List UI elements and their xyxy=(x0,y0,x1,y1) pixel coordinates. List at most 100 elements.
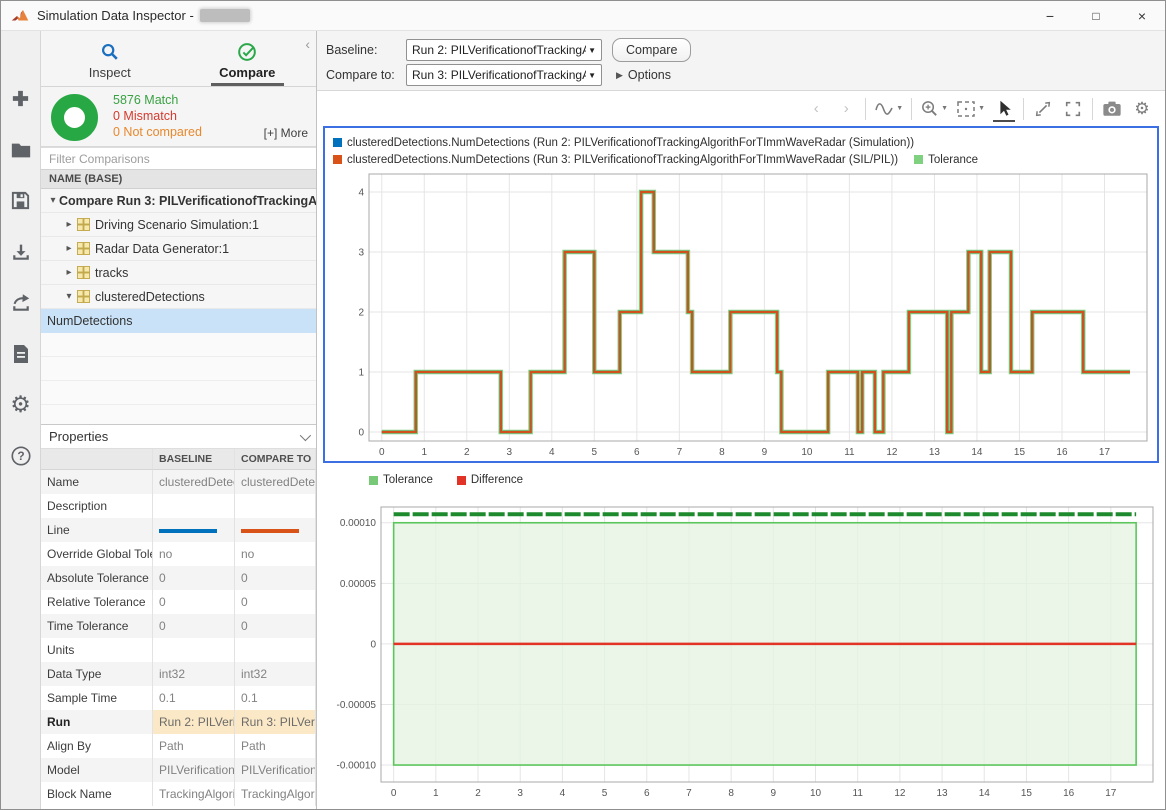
title-bar: Simulation Data Inspector - − □ × xyxy=(1,1,1165,31)
import-icon[interactable] xyxy=(1,226,41,277)
properties-header[interactable]: Properties xyxy=(41,425,316,449)
more-link[interactable]: [+] More xyxy=(264,126,308,140)
caret-collapsed-icon[interactable]: ▸ xyxy=(63,219,75,230)
signal-trace-button[interactable]: ▼ xyxy=(874,96,903,122)
legend-label: clusteredDetections.NumDetections (Run 2… xyxy=(347,137,914,149)
legend-swatch xyxy=(457,476,466,485)
tree-item[interactable]: ▸ Driving Scenario Simulation:1 xyxy=(41,213,316,237)
baseline-select[interactable]: Run 2: PILVerificationofTrackingAl ▼ xyxy=(406,39,602,61)
svg-text:1: 1 xyxy=(421,447,427,458)
pointer-cursor-button[interactable] xyxy=(993,96,1015,122)
compare-to-select[interactable]: Run 3: PILVerificationofTrackingAl ▼ xyxy=(406,64,602,86)
property-label: Absolute Tolerance xyxy=(41,566,153,590)
svg-text:10: 10 xyxy=(801,447,813,458)
snapshot-camera-button[interactable] xyxy=(1101,96,1123,122)
property-value-compare: TrackingAlgorit xyxy=(235,782,316,806)
collapse-panel-icon[interactable]: ‹ xyxy=(305,37,310,51)
property-value-compare: PILVerificationo xyxy=(235,758,316,782)
matlab-icon xyxy=(11,8,29,24)
svg-text:14: 14 xyxy=(971,447,983,458)
caret-expanded-icon[interactable]: ▾ xyxy=(63,291,75,302)
options-expander[interactable]: ▶ Options xyxy=(616,68,671,82)
property-value-baseline xyxy=(153,518,235,542)
history-forward-button[interactable]: › xyxy=(835,96,857,122)
caret-collapsed-icon[interactable]: ▸ xyxy=(63,243,75,254)
help-icon[interactable]: ? xyxy=(1,430,41,481)
tree-item-label: NumDetections xyxy=(47,314,132,328)
property-value-compare xyxy=(235,494,316,518)
compare-to-label: Compare to: xyxy=(326,68,406,82)
main-area: Baseline: Run 2: PILVerificationofTracki… xyxy=(317,31,1165,809)
report-icon[interactable] xyxy=(1,328,41,379)
compare-button[interactable]: Compare xyxy=(612,38,691,62)
tree-item[interactable]: NumDetections xyxy=(41,309,316,333)
properties-column-header: BASELINE xyxy=(153,449,235,470)
tree-item[interactable]: ▾Compare Run 3: PILVerificationofTrackin… xyxy=(41,189,316,213)
tree-item[interactable]: ▾clusteredDetections xyxy=(41,285,316,309)
tab-compare[interactable]: Compare xyxy=(179,31,317,86)
mismatch-count: 0 Mismatch xyxy=(113,108,202,124)
export-icon[interactable] xyxy=(1,277,41,328)
signal-comparison-chart[interactable]: clusteredDetections.NumDetections (Run 2… xyxy=(323,126,1159,463)
svg-text:2: 2 xyxy=(475,788,481,799)
filter-comparisons-input[interactable] xyxy=(41,147,316,170)
svg-text:14: 14 xyxy=(979,788,991,799)
window-title: Simulation Data Inspector - xyxy=(37,8,194,23)
expand-plot-button[interactable] xyxy=(1032,96,1054,122)
zoom-in-button[interactable]: ▼ xyxy=(920,96,948,122)
svg-text:1: 1 xyxy=(433,788,439,799)
save-icon[interactable] xyxy=(1,175,41,226)
tab-inspect[interactable]: Inspect xyxy=(41,31,179,86)
minimize-button[interactable]: − xyxy=(1027,1,1073,30)
fit-to-view-button[interactable]: ▼ xyxy=(956,96,985,122)
svg-text:17: 17 xyxy=(1105,788,1117,799)
plot-settings-gear-button[interactable]: ⚙ xyxy=(1131,96,1153,122)
legend-item: Difference xyxy=(457,474,523,486)
property-value-baseline xyxy=(153,494,235,518)
tree-item[interactable]: ▸tracks xyxy=(41,261,316,285)
svg-text:?: ? xyxy=(17,449,24,463)
svg-text:17: 17 xyxy=(1099,447,1111,458)
open-folder-icon[interactable] xyxy=(1,124,41,175)
property-value-compare xyxy=(235,518,316,542)
history-back-button[interactable]: ‹ xyxy=(805,96,827,122)
close-button[interactable]: × xyxy=(1119,1,1165,30)
comparison-plot[interactable]: 0123456789101112131415161701234 xyxy=(325,168,1155,463)
legend-swatch xyxy=(914,155,923,164)
property-value-compare: Run 3: PILVerif xyxy=(235,710,316,734)
maximize-button[interactable]: □ xyxy=(1073,1,1119,30)
signal-group-icon xyxy=(77,242,90,255)
property-value-baseline xyxy=(153,638,235,662)
caret-collapsed-icon[interactable]: ▸ xyxy=(63,267,75,278)
preferences-gear-icon[interactable]: ⚙ xyxy=(1,379,41,430)
svg-text:0: 0 xyxy=(391,788,397,799)
difference-legend: ToleranceDifference xyxy=(369,474,533,486)
svg-text:-0.00010: -0.00010 xyxy=(337,761,377,772)
property-value-compare xyxy=(235,638,316,662)
tree-item-label: Compare Run 3: PILVerificationofTracking… xyxy=(59,194,316,208)
property-value-compare: no xyxy=(235,542,316,566)
property-value-compare: int32 xyxy=(235,662,316,686)
add-icon[interactable] xyxy=(1,73,41,124)
property-label: Name xyxy=(41,470,153,494)
property-label: Line xyxy=(41,518,153,542)
property-value-baseline: PILVerificationo xyxy=(153,758,235,782)
caret-expanded-icon[interactable]: ▾ xyxy=(47,195,59,206)
property-value-baseline: int32 xyxy=(153,662,235,686)
baseline-label: Baseline: xyxy=(326,43,406,57)
legend-swatch xyxy=(333,138,342,147)
properties-table: BASELINECOMPARE TONameclusteredDetecclus… xyxy=(41,449,316,806)
svg-text:9: 9 xyxy=(762,447,768,458)
tree-item-label: Driving Scenario Simulation:1 xyxy=(95,218,259,232)
properties-column-header: COMPARE TO xyxy=(235,449,316,470)
svg-text:0.00010: 0.00010 xyxy=(340,518,377,529)
options-label: Options xyxy=(628,68,671,82)
inspect-magnifier-icon xyxy=(100,42,120,62)
difference-plot[interactable]: 012345678910111213141516170.000100.00005… xyxy=(323,499,1159,806)
fullscreen-button[interactable] xyxy=(1062,96,1084,122)
compare-to-select-value: Run 3: PILVerificationofTrackingAl xyxy=(412,68,586,82)
left-toolbar: ⚙ ? xyxy=(1,31,41,809)
tree-item[interactable]: ▸Radar Data Generator:1 xyxy=(41,237,316,261)
property-label: Run xyxy=(41,710,153,734)
svg-text:8: 8 xyxy=(728,788,734,799)
